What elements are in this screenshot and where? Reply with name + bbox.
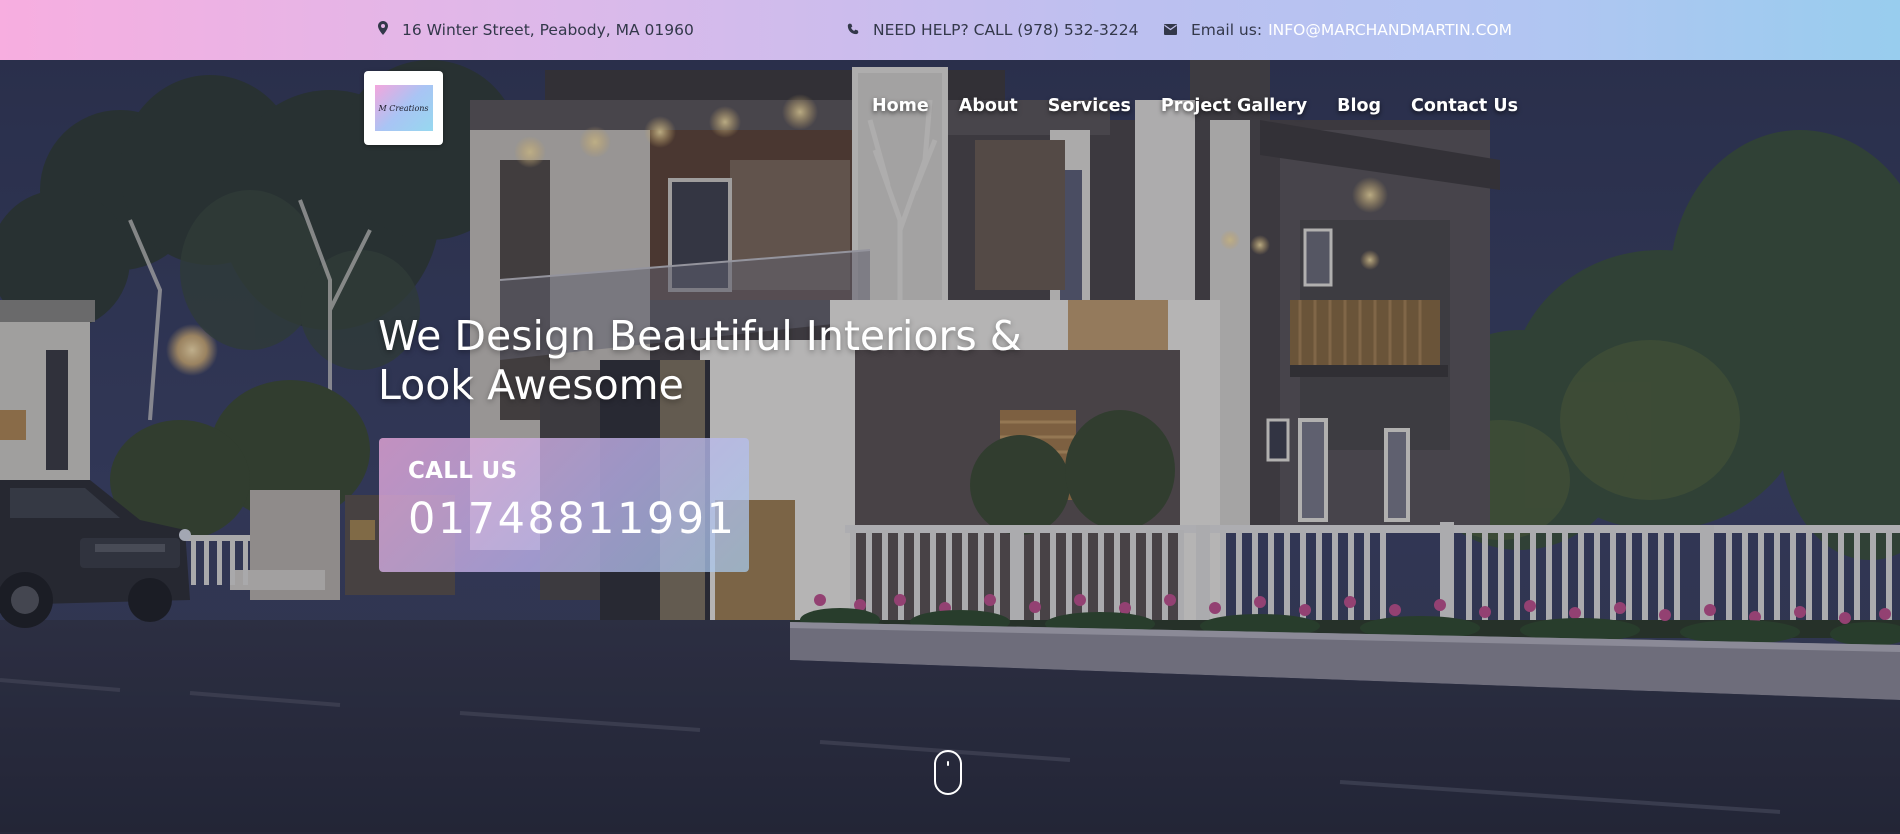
hero-background-image [0, 60, 1900, 832]
help-phone-item[interactable]: NEED HELP? CALL (978) 532-3224 [847, 0, 1138, 60]
nav-blog[interactable]: Blog [1337, 96, 1381, 116]
hero-headline: We Design Beautiful Interiors & Look Awe… [378, 312, 1098, 410]
help-text: NEED HELP? CALL (978) 532-3224 [873, 21, 1139, 39]
nav-about[interactable]: About [959, 96, 1018, 116]
call-us-label: CALL US [408, 458, 518, 484]
nav-contact-us[interactable]: Contact Us [1411, 96, 1518, 116]
logo-mark: M Creations [374, 85, 433, 131]
call-us-number[interactable]: 01748811991 [408, 494, 736, 544]
address-item: 16 Winter Street, Peabody, MA 01960 [378, 0, 694, 60]
mouse-wheel [947, 761, 949, 766]
map-marker-icon [378, 21, 388, 39]
headline-line-1: We Design Beautiful Interiors & [378, 312, 1022, 360]
top-contact-bar: 16 Winter Street, Peabody, MA 01960 NEED… [0, 0, 1900, 60]
email-label: Email us: [1191, 21, 1263, 39]
email-item[interactable]: Email us: INFO@MARCHANDMARTIN.COM [1164, 0, 1512, 60]
nav-project-gallery[interactable]: Project Gallery [1161, 96, 1307, 116]
main-navigation: Home About Services Project Gallery Blog… [872, 96, 1518, 116]
nav-home[interactable]: Home [872, 96, 929, 116]
phone-icon [847, 21, 859, 39]
email-link[interactable]: INFO@MARCHANDMARTIN.COM [1268, 21, 1512, 39]
call-us-box[interactable]: CALL US 01748811991 [379, 438, 749, 572]
nav-services[interactable]: Services [1048, 96, 1131, 116]
site-logo[interactable]: M Creations [364, 71, 443, 145]
headline-line-2: Look Awesome [378, 361, 684, 409]
address-text: 16 Winter Street, Peabody, MA 01960 [402, 21, 694, 39]
envelope-icon [1164, 21, 1177, 39]
mouse-scroll-icon[interactable] [934, 750, 962, 795]
